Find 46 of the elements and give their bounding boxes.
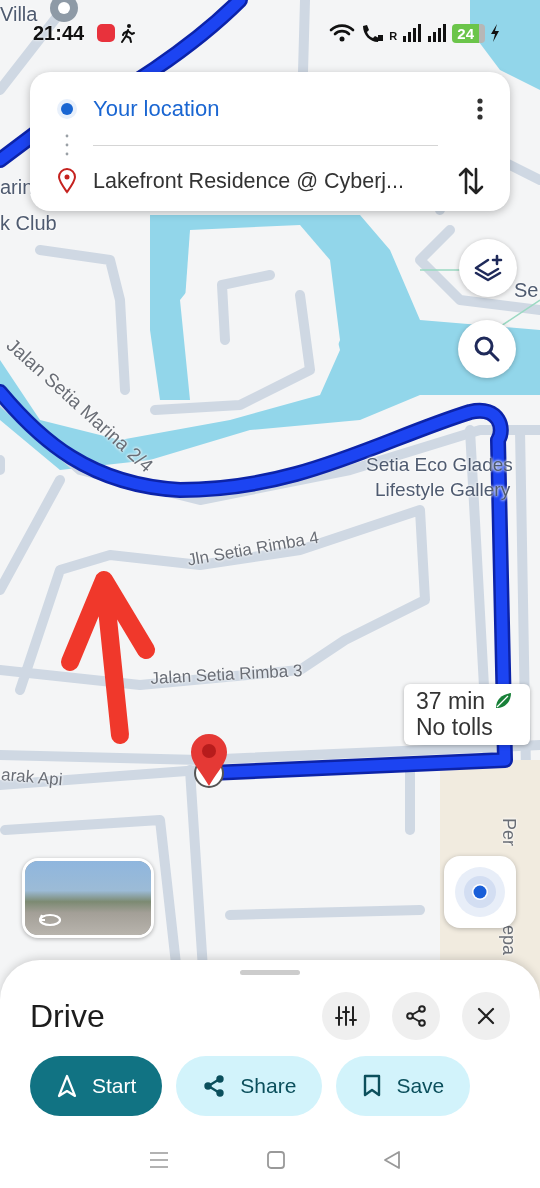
share-icon <box>405 1005 427 1027</box>
road-label: Per <box>498 818 518 846</box>
share-button[interactable]: Share <box>176 1056 323 1116</box>
walking-icon <box>120 23 137 43</box>
origin-field[interactable]: Your location <box>93 96 462 122</box>
more-options-icon[interactable] <box>476 97 484 121</box>
destination-field[interactable]: Lakefront Residence @ Cyberj... <box>93 168 444 194</box>
dotted-connector <box>65 133 69 157</box>
layers-icon <box>472 252 504 284</box>
wifi-call-icon <box>360 23 385 43</box>
route-info-callout[interactable]: 37 min No tolls <box>404 684 530 745</box>
swap-icon[interactable] <box>458 166 484 196</box>
destination-pin-icon <box>191 734 227 788</box>
app-notification-icon <box>97 24 116 42</box>
search-icon <box>472 334 502 364</box>
drag-handle[interactable] <box>240 970 300 975</box>
route-duration: 37 min <box>416 688 486 715</box>
roaming-indicator: R <box>389 30 398 42</box>
signal-icon <box>427 23 448 43</box>
home-icon[interactable] <box>266 1150 286 1170</box>
bookmark-icon <box>362 1074 383 1098</box>
road-label: arak Api <box>0 766 64 790</box>
share-button[interactable] <box>392 992 440 1040</box>
current-location-icon <box>56 98 78 120</box>
wifi-icon <box>329 23 356 43</box>
close-icon <box>476 1006 496 1026</box>
share-icon <box>202 1074 227 1098</box>
road-label: Jln Setia Rimba 4 <box>186 528 321 571</box>
navigation-arrow-icon <box>56 1074 78 1098</box>
road-label: epa <box>498 925 518 956</box>
signal-icon <box>402 23 423 43</box>
sheet-title: Drive <box>30 997 105 1035</box>
charging-icon <box>490 23 500 43</box>
options-button[interactable] <box>322 992 370 1040</box>
toll-info: No tolls <box>416 714 494 741</box>
road-label: Jalan Setia Rimba 3 <box>150 662 303 689</box>
rotate-icon <box>37 911 63 927</box>
place-pin-icon <box>56 168 78 194</box>
save-button[interactable]: Save <box>336 1056 471 1116</box>
place-label: Se <box>514 279 539 301</box>
back-icon[interactable] <box>382 1150 402 1170</box>
start-button[interactable]: Start <box>30 1056 163 1116</box>
place-label: k Club <box>0 212 57 234</box>
sliders-icon <box>335 1005 357 1027</box>
close-button[interactable] <box>462 992 510 1040</box>
location-dot-icon <box>454 866 506 918</box>
